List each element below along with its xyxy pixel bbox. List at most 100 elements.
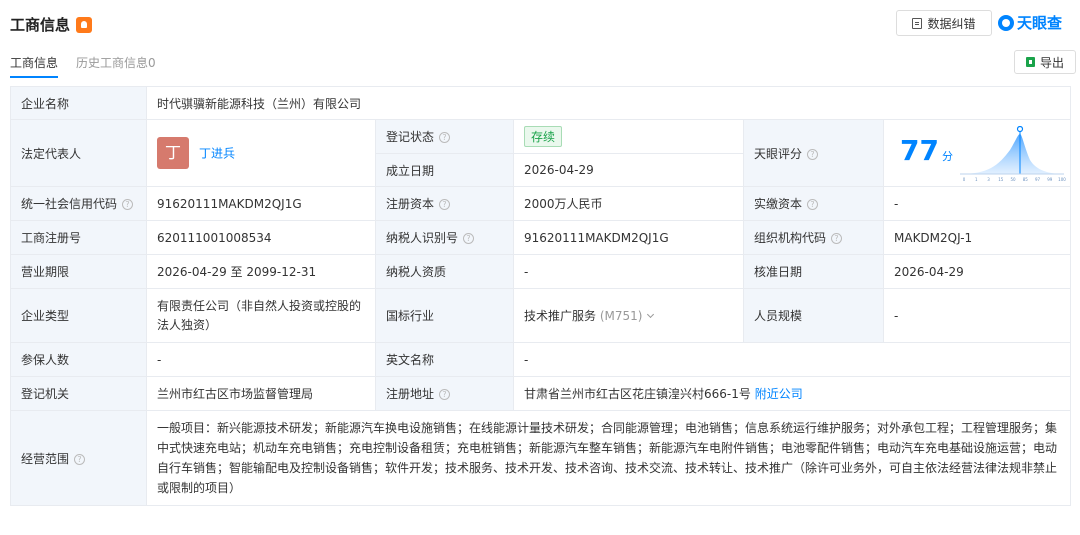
help-icon[interactable] (463, 233, 475, 244)
business-term: 2026-04-29 至 2099-12-31 (146, 254, 376, 289)
reg-status-label: 登记状态 (386, 130, 435, 144)
approval-date: 2026-04-29 (882, 254, 1072, 289)
help-icon[interactable] (439, 132, 451, 143)
score-unit: 分 (942, 150, 953, 163)
taxpayer-id-label: 纳税人识别号 (386, 231, 459, 245)
rating-label: 天眼评分 (754, 146, 803, 161)
business-info-table: 企业名称 时代骐骥新能源科技（兰州）有限公司 法定代表人 丁丁进兵 登记状态 存… (10, 86, 1072, 506)
help-icon[interactable] (807, 148, 819, 160)
company-name: 时代骐骥新能源科技（兰州）有限公司 (145, 86, 1072, 120)
credit-code-label: 统一社会信用代码 (21, 197, 118, 211)
help-icon[interactable] (74, 453, 86, 465)
org-code-label: 组织机构代码 (754, 231, 827, 245)
help-icon[interactable] (439, 199, 451, 210)
reg-address: 甘肃省兰州市红古区花庄镇湟兴村666-1号 (524, 387, 751, 401)
tab-history-label: 历史工商信息 (76, 56, 149, 70)
credit-code: 91620111MAKDM2QJ1G (146, 186, 376, 221)
approval-date-label: 核准日期 (743, 254, 884, 289)
tab-history-business-info[interactable]: 历史工商信息0 (76, 54, 156, 71)
reg-address-cell: 甘肃省兰州市红古区花庄镇湟兴村666-1号 附近公司 (512, 376, 1072, 411)
nearby-companies-link[interactable]: 附近公司 (755, 387, 803, 401)
reg-capital-label: 注册资本 (386, 197, 435, 211)
business-scope-label: 经营范围 (21, 451, 70, 466)
reg-authority: 兰州市红古区市场监督管理局 (146, 376, 376, 411)
status-badge: 存续 (524, 126, 563, 147)
report-icon (912, 17, 923, 29)
avatar[interactable]: 丁 (157, 137, 189, 169)
section-header: 工商信息 数据纠错 天眼查 (10, 8, 1072, 38)
company-type-line1: 有限责任公司（非自然人投资或控股的 (157, 298, 362, 313)
section-title: 工商信息 (10, 14, 93, 35)
export-button[interactable]: 导出 (1014, 50, 1076, 74)
company-type-line2: 法人独资） (157, 317, 218, 332)
score-tick-label: 0 (963, 177, 966, 182)
business-scope-label-cell: 经营范围 (10, 410, 147, 506)
score-distribution-chart: 0 1 3 15 50 85 97 99 100 (960, 126, 1066, 182)
score-tick-label: 85 (1023, 177, 1029, 182)
company-name-label: 企业名称 (10, 86, 147, 120)
tab-history-count: 0 (148, 56, 156, 70)
brand-logo[interactable]: 天眼查 (998, 12, 1062, 33)
english-name-label: 英文名称 (375, 342, 514, 377)
tab-business-info[interactable]: 工商信息 (10, 54, 59, 78)
paid-capital-label-cell: 实缴资本 (743, 186, 884, 221)
rating-label-cell: 天眼评分 (743, 119, 884, 187)
taxpayer-type: - (513, 254, 744, 289)
help-icon[interactable] (807, 199, 819, 210)
score-value: 77 (900, 134, 939, 167)
score-tick-label: 97 (1035, 177, 1041, 182)
reg-address-label-cell: 注册地址 (375, 376, 514, 411)
reg-status-cell: 存续 (513, 119, 744, 154)
reg-number-label: 工商注册号 (10, 220, 147, 255)
tianyancha-logo-icon (998, 14, 1014, 31)
excel-icon (1025, 57, 1035, 67)
score-tick-label: 3 (987, 177, 990, 182)
score-tick-label: 99 (1047, 177, 1053, 182)
reg-capital-label-cell: 注册资本 (375, 186, 514, 221)
reg-status-label-cell: 登记状态 (375, 119, 514, 154)
section-title-text: 工商信息 (10, 16, 71, 34)
help-icon[interactable] (439, 389, 451, 400)
paid-capital: - (882, 186, 1072, 221)
english-name: - (512, 342, 1072, 377)
staff-size-label: 人员规模 (743, 288, 884, 343)
paid-capital-label: 实缴资本 (754, 197, 803, 211)
industry-name: 技术推广服务 (524, 309, 597, 323)
bell-icon[interactable] (76, 16, 93, 33)
help-icon[interactable] (831, 233, 843, 244)
rating-cell[interactable]: 77 分 0 1 3 15 50 85 97 99 100 (882, 119, 1072, 187)
business-scope: 一般项目：新兴能源技术研发；新能源汽车换电设施销售；在线能源计量技术研发；合同能… (145, 410, 1072, 506)
founded-label: 成立日期 (375, 153, 514, 187)
credit-code-label-cell: 统一社会信用代码 (10, 186, 147, 221)
business-term-label: 营业期限 (10, 254, 147, 289)
data-correction-button[interactable]: 数据纠错 (896, 10, 992, 36)
taxpayer-type-label: 纳税人资质 (375, 254, 514, 289)
brand-text: 天眼查 (1017, 14, 1063, 32)
industry-cell[interactable]: 技术推广服务 (M751) (513, 288, 744, 343)
legal-rep-label: 法定代表人 (10, 119, 147, 187)
legal-rep-cell: 丁丁进兵 (146, 119, 376, 187)
company-type-label: 企业类型 (10, 288, 147, 343)
founded-date: 2026-04-29 (513, 153, 744, 187)
industry-code: (M751) (599, 309, 643, 323)
org-code-label-cell: 组织机构代码 (743, 220, 884, 255)
score-tick-label: 50 (1010, 177, 1016, 182)
export-label: 导出 (1039, 55, 1064, 70)
reg-capital: 2000万人民币 (513, 186, 744, 221)
chevron-down-icon[interactable] (647, 310, 655, 319)
score-tick-label: 100 (1058, 177, 1066, 182)
insured-count: - (146, 342, 376, 377)
taxpayer-id: 91620111MAKDM2QJ1G (513, 220, 744, 255)
industry-label: 国标行业 (375, 288, 514, 343)
data-correction-label: 数据纠错 (927, 16, 976, 31)
score-tick-label: 1 (975, 177, 978, 182)
help-icon[interactable] (122, 199, 134, 210)
score-tick-label: 15 (998, 177, 1004, 182)
reg-address-label: 注册地址 (386, 387, 435, 401)
legal-rep-name[interactable]: 丁进兵 (199, 147, 235, 161)
reg-number: 620111001008534 (146, 220, 376, 255)
staff-size: - (882, 288, 1072, 343)
org-code: MAKDM2QJ-1 (882, 220, 1072, 255)
tab-bar: 工商信息 历史工商信息0 导出 (10, 50, 1076, 78)
insured-count-label: 参保人数 (10, 342, 147, 377)
